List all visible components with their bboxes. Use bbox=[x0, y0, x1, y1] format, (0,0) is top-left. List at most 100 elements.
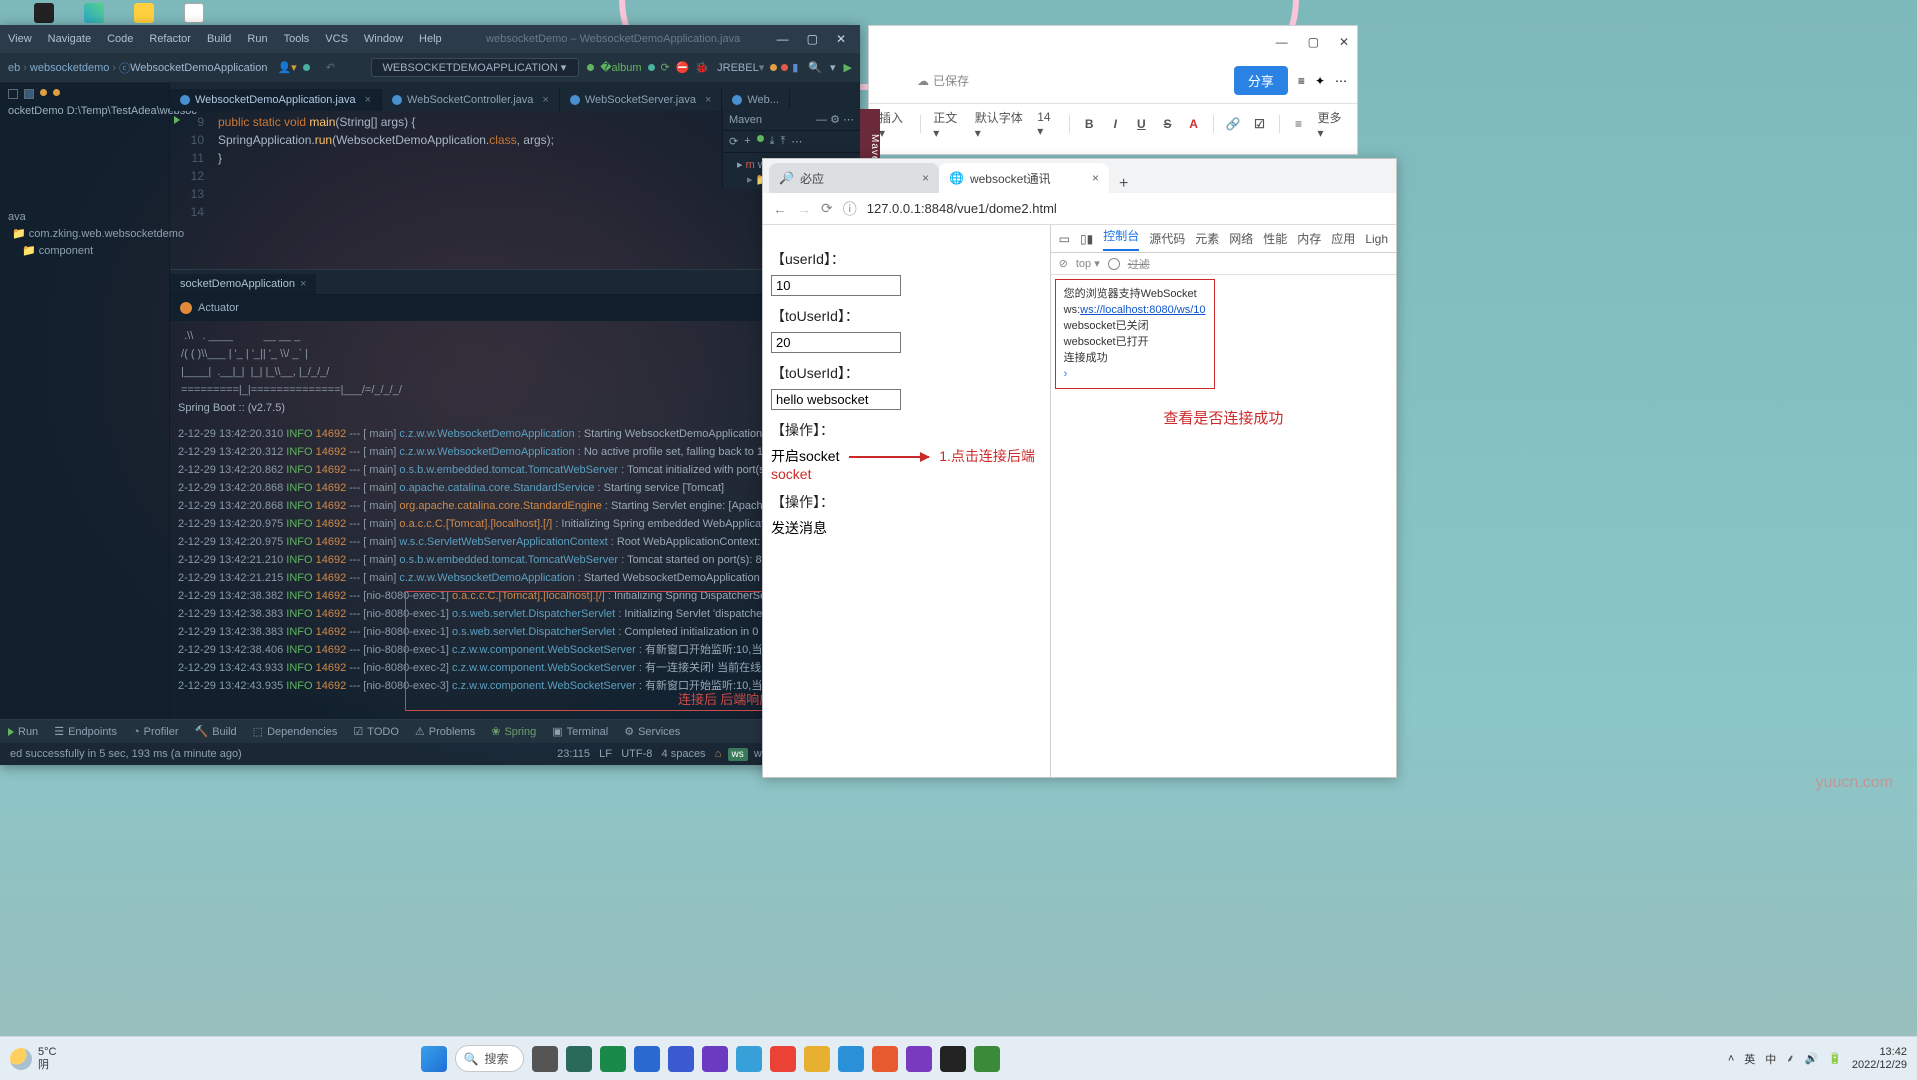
chevron-up-icon[interactable]: ˄ bbox=[1728, 1053, 1734, 1065]
run-console[interactable]: .\\ . ____ __ __ _ /( ( )\\___ | '_ | '_… bbox=[170, 321, 860, 719]
eye-icon[interactable] bbox=[1108, 258, 1120, 270]
size-dropdown[interactable]: 14 ▾ bbox=[1037, 110, 1057, 138]
tool-spring[interactable]: ❀ Spring bbox=[491, 725, 536, 738]
taskbar-app-icon[interactable] bbox=[838, 1046, 864, 1072]
taskbar-app-icon[interactable] bbox=[940, 1046, 966, 1072]
taskbar-app-icon[interactable] bbox=[804, 1046, 830, 1072]
project-tree[interactable]: ocketDemo D:\Temp\TestAdea\websoc ava 📁 … bbox=[0, 83, 170, 719]
tool-profiler[interactable]: ◔ Profiler bbox=[133, 726, 179, 738]
task-icon[interactable]: ☑ bbox=[1252, 116, 1266, 132]
tree-item[interactable]: 📁 component bbox=[4, 242, 165, 259]
menu-build[interactable]: Build bbox=[199, 33, 239, 45]
taskbar-app-icon[interactable] bbox=[600, 1046, 626, 1072]
font-dropdown[interactable]: 默认字体 ▾ bbox=[975, 109, 1026, 140]
taskbar-app-icon[interactable] bbox=[770, 1046, 796, 1072]
ai-icon[interactable]: ✦ bbox=[1315, 74, 1325, 88]
coverage-icon[interactable] bbox=[648, 64, 655, 71]
line-sep[interactable]: LF bbox=[599, 748, 612, 760]
tool-build[interactable]: 🔨 Build bbox=[195, 725, 237, 738]
wifi-icon[interactable]: ⸙ bbox=[1786, 1051, 1794, 1066]
device-icon[interactable]: ▯▮ bbox=[1080, 232, 1093, 246]
close-icon[interactable]: × bbox=[705, 94, 711, 106]
taskbar-search[interactable]: 🔍 搜索 bbox=[455, 1045, 524, 1072]
new-tab-button[interactable]: + bbox=[1109, 175, 1138, 193]
browser-tab[interactable]: 🔎必应× bbox=[769, 163, 939, 193]
context-selector[interactable]: top ▾ bbox=[1076, 257, 1100, 270]
search-icon[interactable]: 🔍 bbox=[808, 61, 822, 74]
close-icon[interactable]: × bbox=[365, 94, 371, 106]
run-tab[interactable]: socketDemoApplication× bbox=[170, 274, 316, 294]
menu-refactor[interactable]: Refactor bbox=[141, 33, 199, 45]
style-dropdown[interactable]: 正文 ▾ bbox=[933, 109, 962, 140]
breadcrumb[interactable]: eb bbox=[8, 62, 20, 74]
devtools-tab-elements[interactable]: 元素 bbox=[1195, 230, 1219, 247]
breadcrumb[interactable]: websocketdemo bbox=[30, 62, 110, 74]
devtools-tab-app[interactable]: 应用 bbox=[1331, 230, 1355, 247]
info-icon[interactable]: ⓘ bbox=[843, 199, 857, 219]
devtools-tab-sources[interactable]: 源代码 bbox=[1149, 230, 1185, 247]
tool-deps[interactable]: ⬚ Dependencies bbox=[253, 725, 338, 738]
taskbar-app-icon[interactable] bbox=[872, 1046, 898, 1072]
menu-window[interactable]: Window bbox=[356, 33, 411, 45]
bold-icon[interactable]: B bbox=[1082, 116, 1096, 132]
share-button[interactable]: 分享 bbox=[1234, 66, 1288, 95]
close-icon[interactable]: × bbox=[922, 171, 929, 185]
close-icon[interactable]: ✕ bbox=[836, 32, 846, 46]
debug-icon[interactable]: �album bbox=[600, 61, 641, 74]
taskbar-app-icon[interactable] bbox=[736, 1046, 762, 1072]
editor-tab[interactable]: WebsocketDemoApplication.java× bbox=[170, 89, 382, 111]
close-icon[interactable]: × bbox=[300, 278, 306, 290]
weather-widget[interactable]: 5°C阴 bbox=[10, 1046, 56, 1072]
volume-icon[interactable]: 🔊 bbox=[1805, 1052, 1819, 1065]
run-icon[interactable] bbox=[587, 64, 594, 71]
tool-terminal[interactable]: ▣ Terminal bbox=[552, 725, 608, 738]
clock[interactable]: 13:422022/12/29 bbox=[1852, 1046, 1907, 1072]
indent[interactable]: 4 spaces bbox=[662, 748, 706, 760]
taskbar-app-icon[interactable] bbox=[974, 1046, 1000, 1072]
tool-run[interactable]: Run bbox=[8, 726, 38, 738]
italic-icon[interactable]: I bbox=[1108, 116, 1122, 132]
tool-endpoints[interactable]: ☰ Endpoints bbox=[54, 725, 117, 738]
start-button[interactable] bbox=[421, 1046, 447, 1072]
devtools-tab-perf[interactable]: 性能 bbox=[1263, 230, 1287, 247]
taskbar-app-icon[interactable] bbox=[702, 1046, 728, 1072]
reload-icon[interactable]: ⟳ bbox=[821, 200, 833, 217]
insert-dropdown[interactable]: 插入 ▾ bbox=[879, 109, 908, 140]
underline-icon[interactable]: U bbox=[1134, 116, 1148, 132]
more-icon[interactable]: ⋯ bbox=[1335, 74, 1347, 88]
maximize-icon[interactable]: ▢ bbox=[807, 32, 818, 46]
userid-input[interactable] bbox=[771, 275, 901, 296]
forward-icon[interactable]: → bbox=[797, 201, 811, 217]
menu-view[interactable]: View bbox=[0, 33, 40, 45]
strike-icon[interactable]: S bbox=[1160, 116, 1174, 132]
editor-tab[interactable]: WebSocketServer.java× bbox=[560, 89, 723, 111]
actuator-bar[interactable]: Actuator bbox=[170, 295, 860, 321]
url-input[interactable] bbox=[867, 201, 1386, 216]
taskbar-app-icon[interactable] bbox=[668, 1046, 694, 1072]
minimize-icon[interactable]: — bbox=[1276, 35, 1288, 49]
desktop-app-icon[interactable] bbox=[134, 3, 154, 23]
ime-lang[interactable]: 英 bbox=[1744, 1051, 1755, 1067]
inspect-icon[interactable]: ▭ bbox=[1059, 232, 1070, 246]
open-socket-button[interactable]: 开启socket bbox=[771, 448, 839, 464]
maximize-icon[interactable]: ▢ bbox=[1308, 35, 1319, 49]
touserid-input[interactable] bbox=[771, 332, 901, 353]
gutter-run-icon[interactable] bbox=[174, 116, 180, 124]
headings-icon[interactable]: ≡ bbox=[1298, 74, 1305, 88]
tool-problems[interactable]: ⚠ Problems bbox=[415, 725, 475, 738]
menu-vcs[interactable]: VCS bbox=[317, 33, 356, 45]
menu-run[interactable]: Run bbox=[239, 33, 275, 45]
content-input[interactable] bbox=[771, 389, 901, 410]
send-msg-button[interactable]: 发送消息 bbox=[771, 518, 1042, 538]
system-tray[interactable]: ˄ 英 中 ⸙ 🔊 🔋 13:422022/12/29 bbox=[1728, 1046, 1907, 1072]
filter-input[interactable]: 过滤 bbox=[1128, 256, 1150, 272]
devtools-tab-memory[interactable]: 内存 bbox=[1297, 230, 1321, 247]
desktop-app-icon[interactable] bbox=[184, 3, 204, 23]
devtools-tab-network[interactable]: 网络 bbox=[1229, 230, 1253, 247]
tool-todo[interactable]: ☑ TODO bbox=[353, 725, 398, 738]
text-color-icon[interactable]: A bbox=[1187, 116, 1201, 132]
list-icon[interactable]: ≡ bbox=[1291, 116, 1305, 132]
encoding[interactable]: UTF-8 bbox=[621, 748, 652, 760]
back-icon[interactable]: ← bbox=[773, 201, 787, 217]
minimize-icon[interactable]: — bbox=[777, 32, 789, 46]
